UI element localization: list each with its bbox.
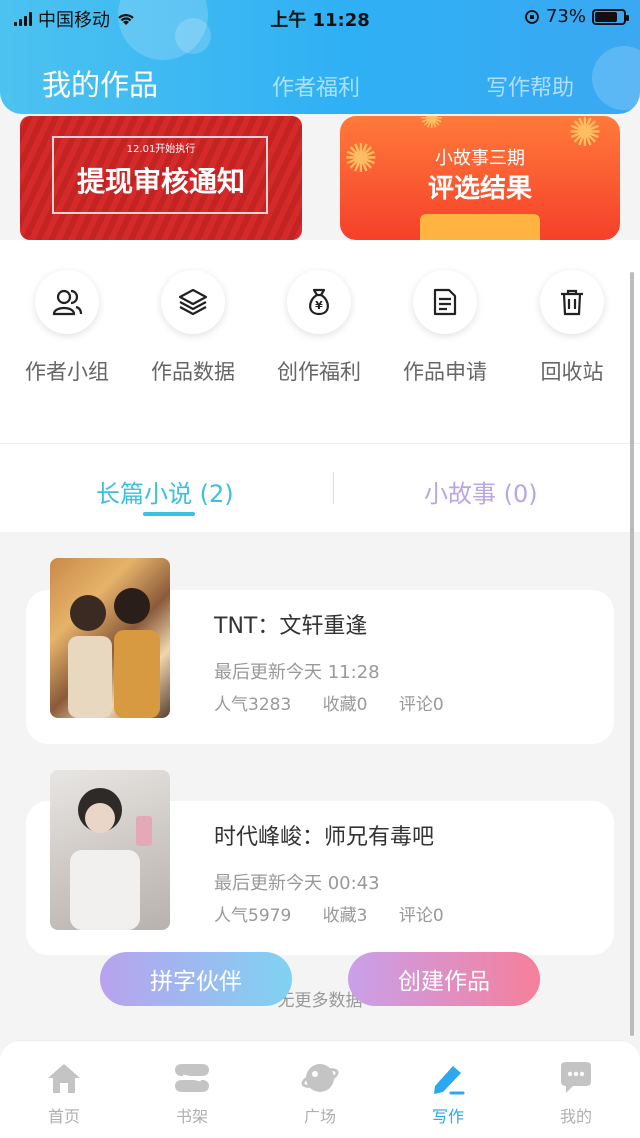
- tab-my-works[interactable]: 我的作品: [42, 62, 158, 104]
- home-icon: [0, 1059, 128, 1097]
- work-comments: 评论0: [398, 906, 444, 926]
- scrollbar[interactable]: [630, 272, 634, 1036]
- top-tabs: 我的作品 作者福利 写作帮助: [0, 62, 640, 108]
- segment-separator: [333, 472, 334, 504]
- planet-icon: [256, 1059, 384, 1097]
- quick-label: 作品申请: [403, 360, 487, 384]
- money-bag-icon: ¥: [287, 270, 351, 334]
- tab-author-benefits[interactable]: 作者福利: [272, 70, 360, 102]
- work-updated: 最后更新今天 11:28: [214, 662, 380, 683]
- quick-work-application[interactable]: 作品申请: [381, 270, 509, 386]
- quick-work-data[interactable]: 作品数据: [129, 270, 257, 386]
- active-tab-underline: [143, 512, 195, 516]
- quick-label: 作品数据: [151, 360, 235, 384]
- quick-label: 创作福利: [277, 360, 361, 384]
- banner-left-small: 12.01开始执行: [126, 144, 196, 155]
- banner-right-title: 评选结果: [427, 174, 532, 204]
- quick-recycle-bin[interactable]: 回收站: [508, 270, 636, 386]
- bookshelf-icon: [128, 1059, 256, 1097]
- document-icon: [413, 270, 477, 334]
- users-icon: [35, 270, 99, 334]
- nav-me[interactable]: 我的: [512, 1059, 640, 1127]
- nav-label: 首页: [47, 1107, 80, 1126]
- banner-story-results[interactable]: ✺ ✺ ✺ 小故事三期 评选结果: [340, 116, 620, 240]
- no-more-data-hint: 无更多数据: [277, 991, 363, 1011]
- status-right: 73%: [524, 6, 629, 27]
- nav-label: 广场: [303, 1107, 336, 1126]
- work-popularity: 人气3283: [214, 695, 292, 715]
- podium-decor: [420, 214, 540, 240]
- create-work-button[interactable]: 创建作品: [348, 952, 540, 1006]
- nav-home[interactable]: 首页: [0, 1059, 128, 1127]
- nav-label: 写作: [431, 1107, 464, 1126]
- svg-text:¥: ¥: [315, 299, 323, 312]
- banner-withdraw-notice[interactable]: 12.01开始执行 提现审核通知: [20, 116, 302, 240]
- work-updated: 最后更新今天 00:43: [214, 873, 380, 894]
- battery-percent: 73%: [545, 6, 586, 27]
- tab-long-novels[interactable]: 长篇小说 (2): [96, 474, 234, 509]
- nav-bookshelf[interactable]: 书架: [128, 1059, 256, 1127]
- banner-right-line1: 小故事三期: [435, 148, 525, 169]
- tab-writing-help[interactable]: 写作帮助: [486, 70, 574, 102]
- tab-short-stories[interactable]: 小故事 (0): [424, 474, 538, 509]
- work-title: TNT：文轩重逢: [214, 614, 368, 639]
- work-cover-image[interactable]: [50, 558, 170, 718]
- quick-author-group[interactable]: 作者小组: [3, 270, 131, 386]
- header: 中国移动 上午 11:28 73% 我的作品 作者福利 写作帮助: [0, 0, 640, 114]
- banner-left-title: 提现审核通知: [76, 165, 245, 198]
- nav-label: 书架: [175, 1107, 208, 1126]
- trash-icon: [540, 270, 604, 334]
- nav-label: 我的: [559, 1107, 592, 1126]
- nav-write[interactable]: 写作: [384, 1059, 512, 1127]
- firework-decor: ✺: [420, 116, 444, 135]
- nav-plaza[interactable]: 广场: [256, 1059, 384, 1127]
- section-divider: [0, 443, 640, 444]
- work-popularity: 人气5979: [214, 906, 292, 926]
- chat-bubble-icon: [512, 1059, 640, 1097]
- pen-icon: [384, 1059, 512, 1097]
- work-stats: 人气3283 收藏0 评论0: [214, 690, 470, 715]
- quick-label: 回收站: [540, 360, 604, 384]
- work-stats: 人气5979 收藏3 评论0: [214, 901, 470, 926]
- quick-actions-section: 作者小组 作品数据 ¥ 创作福利 作品申请 回收站 长篇小说 (2) 小故事 (…: [0, 240, 640, 532]
- work-comments: 评论0: [398, 695, 444, 715]
- layers-icon: [161, 270, 225, 334]
- quick-label: 作者小组: [25, 360, 109, 384]
- work-title: 时代峰峻：师兄有毒吧: [214, 825, 435, 850]
- battery-icon: [592, 8, 629, 25]
- rotation-lock-icon: [525, 9, 539, 24]
- work-favorites: 收藏3: [322, 906, 368, 926]
- battery-level: [595, 11, 617, 22]
- writing-partner-button[interactable]: 拼字伙伴: [100, 952, 292, 1006]
- status-bar: 中国移动 上午 11:28 73%: [0, 0, 640, 34]
- work-favorites: 收藏0: [322, 695, 368, 715]
- work-cover-image[interactable]: [50, 770, 170, 930]
- bottom-nav: 首页 书架 广场 写作 我的: [0, 1040, 640, 1138]
- quick-creation-benefits[interactable]: ¥ 创作福利: [255, 270, 383, 386]
